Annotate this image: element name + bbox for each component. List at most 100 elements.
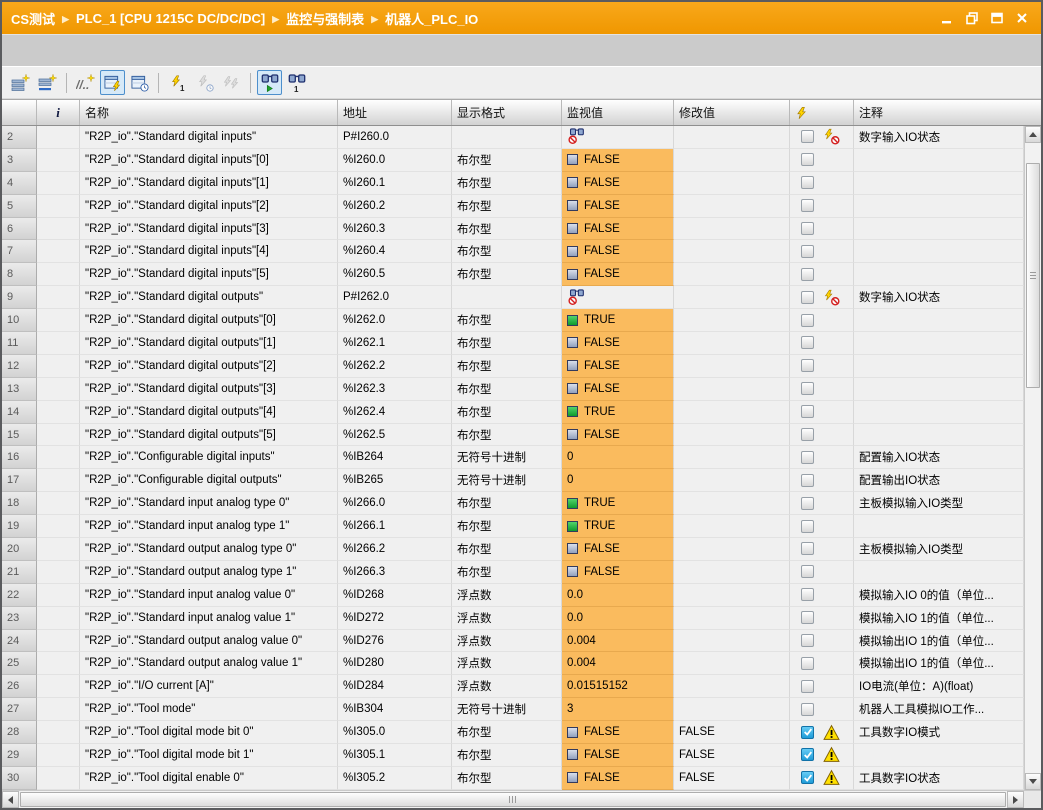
modify-value-cell[interactable] <box>674 378 790 401</box>
modify-value-cell[interactable] <box>674 446 790 469</box>
modify-value-cell[interactable]: FALSE <box>674 767 790 790</box>
tag-name-cell[interactable]: "R2P_io"."Standard digital inputs"[3] <box>80 218 338 241</box>
tag-name-cell[interactable]: "R2P_io"."Standard output analog value 1… <box>80 652 338 675</box>
monitor-value-cell[interactable]: FALSE <box>562 721 674 744</box>
comment-cell[interactable]: 数字输入IO状态 <box>854 286 1024 309</box>
display-format-cell[interactable]: 无符号十进制 <box>452 469 562 492</box>
tag-name-cell[interactable]: "R2P_io"."Standard output analog type 0" <box>80 538 338 561</box>
row-number[interactable]: 20 <box>2 538 37 561</box>
force-cell[interactable] <box>790 401 854 424</box>
maximize-icon[interactable] <box>990 11 1004 25</box>
row-number[interactable]: 26 <box>2 675 37 698</box>
modify-value-cell[interactable] <box>674 561 790 584</box>
display-format-cell[interactable]: 布尔型 <box>452 767 562 790</box>
display-format-cell[interactable]: 浮点数 <box>452 607 562 630</box>
modify-enable-checkbox[interactable] <box>801 542 814 555</box>
force-cell[interactable] <box>790 332 854 355</box>
modify-enable-checkbox[interactable] <box>801 611 814 624</box>
monitor-all-button[interactable] <box>257 70 282 95</box>
modify-value-cell[interactable]: FALSE <box>674 744 790 767</box>
restore-icon[interactable] <box>965 11 979 25</box>
row-number[interactable]: 24 <box>2 630 37 653</box>
close-icon[interactable] <box>1015 11 1029 25</box>
vertical-scroll-track[interactable] <box>1025 143 1041 773</box>
row-number[interactable]: 17 <box>2 469 37 492</box>
force-cell[interactable] <box>790 561 854 584</box>
modify-enable-checkbox[interactable] <box>801 382 814 395</box>
breadcrumb-plc[interactable]: PLC_1 [CPU 1215C DC/DC/DC] <box>76 11 265 26</box>
comment-cell[interactable]: 模拟输出IO 1的值（单位... <box>854 652 1024 675</box>
display-format-cell[interactable]: 浮点数 <box>452 584 562 607</box>
address-cell[interactable]: %I260.0 <box>338 149 452 172</box>
row-number[interactable]: 21 <box>2 561 37 584</box>
row-number[interactable]: 4 <box>2 172 37 195</box>
modify-enable-checkbox[interactable] <box>801 176 814 189</box>
modify-value-cell[interactable] <box>674 652 790 675</box>
row-number[interactable]: 19 <box>2 515 37 538</box>
monitor-value-cell[interactable] <box>562 126 674 149</box>
force-cell[interactable] <box>790 195 854 218</box>
force-cell[interactable] <box>790 378 854 401</box>
address-cell[interactable]: %I266.3 <box>338 561 452 584</box>
tag-name-cell[interactable]: "R2P_io"."Configurable digital inputs" <box>80 446 338 469</box>
tag-name-cell[interactable]: "R2P_io"."Standard digital inputs" <box>80 126 338 149</box>
address-cell[interactable]: %IB265 <box>338 469 452 492</box>
monitor-once-button[interactable]: 1 <box>284 70 309 95</box>
address-cell[interactable]: %I262.5 <box>338 424 452 447</box>
modify-enable-checkbox[interactable] <box>801 474 814 487</box>
force-cell[interactable] <box>790 469 854 492</box>
comment-cell[interactable] <box>854 172 1024 195</box>
modify-enable-checkbox[interactable] <box>801 657 814 670</box>
tag-name-cell[interactable]: "R2P_io"."Standard input analog type 0" <box>80 492 338 515</box>
horizontal-scroll-thumb[interactable] <box>20 792 1006 807</box>
comment-cell[interactable] <box>854 561 1024 584</box>
modify-value-cell[interactable] <box>674 538 790 561</box>
modify-value-cell[interactable] <box>674 309 790 332</box>
modify-enable-checkbox[interactable] <box>801 748 814 761</box>
tag-name-cell[interactable]: "R2P_io"."Standard input analog value 1" <box>80 607 338 630</box>
monitor-value-cell[interactable]: 0 <box>562 446 674 469</box>
address-cell[interactable]: %I266.0 <box>338 492 452 515</box>
tag-name-cell[interactable]: "R2P_io"."Standard output analog type 1" <box>80 561 338 584</box>
insert-row-button[interactable] <box>8 70 33 95</box>
modify-value-cell[interactable]: FALSE <box>674 721 790 744</box>
force-cell[interactable] <box>790 355 854 378</box>
row-number[interactable]: 15 <box>2 424 37 447</box>
force-cell[interactable] <box>790 698 854 721</box>
row-number[interactable]: 2 <box>2 126 37 149</box>
display-format-cell[interactable]: 布尔型 <box>452 401 562 424</box>
tag-name-cell[interactable]: "R2P_io"."Standard digital outputs"[4] <box>80 401 338 424</box>
modify-enable-checkbox[interactable] <box>801 314 814 327</box>
modify-enable-checkbox[interactable] <box>801 268 814 281</box>
comment-cell[interactable]: 主板模拟输入IO类型 <box>854 492 1024 515</box>
modify-value-cell[interactable] <box>674 172 790 195</box>
tag-name-cell[interactable]: "R2P_io"."Tool digital enable 0" <box>80 767 338 790</box>
modify-value-cell[interactable] <box>674 630 790 653</box>
monitor-value-cell[interactable]: FALSE <box>562 355 674 378</box>
display-format-cell[interactable]: 布尔型 <box>452 561 562 584</box>
row-number[interactable]: 29 <box>2 744 37 767</box>
address-cell[interactable]: %I262.1 <box>338 332 452 355</box>
modify-enable-checkbox[interactable] <box>801 588 814 601</box>
monitor-value-cell[interactable]: FALSE <box>562 332 674 355</box>
monitor-value-cell[interactable]: 0 <box>562 469 674 492</box>
modify-enable-checkbox[interactable] <box>801 497 814 510</box>
comment-cell[interactable] <box>854 378 1024 401</box>
modify-value-cell[interactable] <box>674 355 790 378</box>
vertical-scroll-thumb[interactable] <box>1026 163 1040 388</box>
scroll-left-button[interactable] <box>2 791 19 808</box>
modify-enable-checkbox[interactable] <box>801 245 814 258</box>
display-format-cell[interactable]: 布尔型 <box>452 378 562 401</box>
address-cell[interactable]: %I305.0 <box>338 721 452 744</box>
tag-name-cell[interactable]: "R2P_io"."Standard digital outputs"[2] <box>80 355 338 378</box>
tag-name-cell[interactable]: "R2P_io"."Standard digital outputs"[0] <box>80 309 338 332</box>
modify-value-cell[interactable] <box>674 515 790 538</box>
address-cell[interactable]: %I262.4 <box>338 401 452 424</box>
monitor-value-cell[interactable]: 0.004 <box>562 652 674 675</box>
modify-value-cell[interactable] <box>674 492 790 515</box>
force-cell[interactable] <box>790 492 854 515</box>
modify-enable-checkbox[interactable] <box>801 405 814 418</box>
monitor-value-cell[interactable]: 0.01515152 <box>562 675 674 698</box>
header-name[interactable]: 名称 <box>80 100 338 125</box>
display-format-cell[interactable]: 布尔型 <box>452 218 562 241</box>
